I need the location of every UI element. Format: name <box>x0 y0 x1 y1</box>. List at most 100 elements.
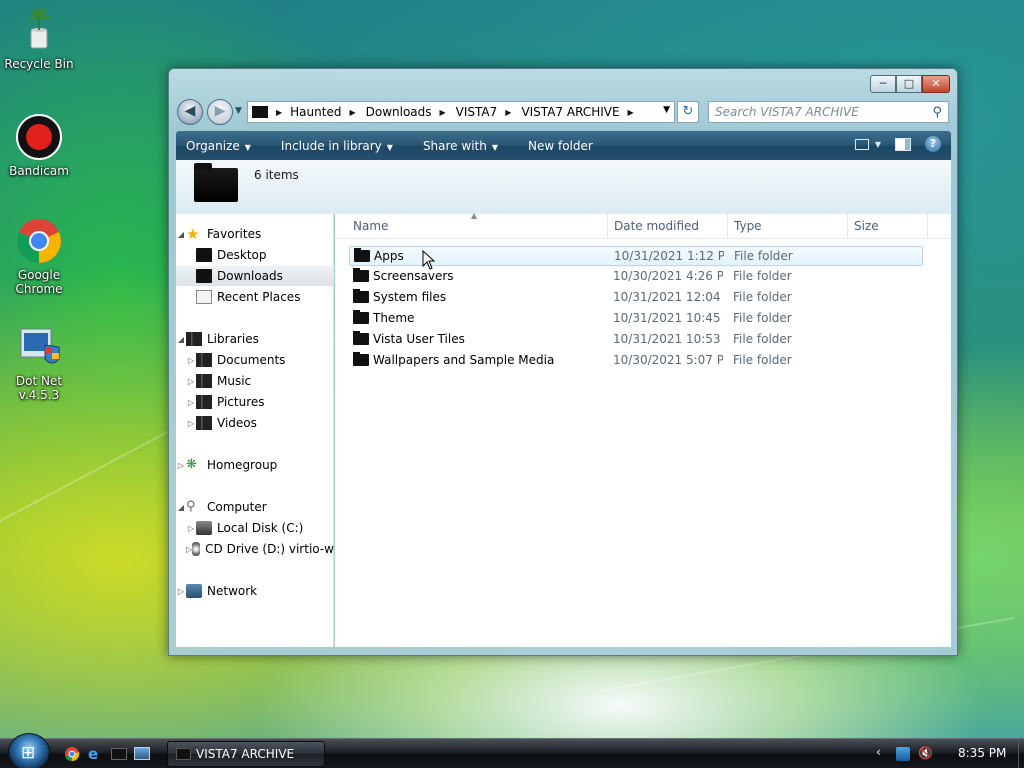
file-row-system-files[interactable]: System files 10/31/2021 12:04 ... File f… <box>349 288 923 308</box>
help-icon[interactable]: ? <box>925 136 941 152</box>
breadcrumb-separator-icon[interactable]: ▶ <box>272 108 286 117</box>
action-center-icon[interactable] <box>896 747 910 761</box>
new-folder-button[interactable]: New folder <box>528 139 593 153</box>
desktop-icon-label: Recycle Bin <box>4 57 74 71</box>
bandicam-record-icon <box>15 113 63 161</box>
star-icon: ★ <box>186 225 200 243</box>
desktop-folder-icon <box>196 248 212 262</box>
collapsed-arrow-icon[interactable]: ▷ <box>186 398 196 407</box>
start-button[interactable]: ⊞ <box>8 733 50 768</box>
nav-favorites[interactable]: ◢ ★ Favorites <box>176 224 334 244</box>
search-icon[interactable]: ⚲ <box>932 103 942 123</box>
nav-item-local-disk[interactable]: ▷ Local Disk (C:) <box>176 518 334 538</box>
details-header: 6 items <box>176 160 951 214</box>
clock[interactable]: 8:35 PM <box>958 746 1006 760</box>
taskbar-button-vista7-archive[interactable]: VISTA7 ARCHIVE <box>167 741 325 767</box>
file-row-screensavers[interactable]: Screensavers 10/30/2021 4:26 PM File fol… <box>349 267 923 287</box>
breadcrumb-vista7[interactable]: VISTA7 <box>452 105 502 119</box>
nav-network[interactable]: ▷ Network <box>176 581 334 601</box>
breadcrumb-separator-icon[interactable]: ▶ <box>345 108 359 117</box>
folder-icon <box>353 310 369 324</box>
expanded-arrow-icon[interactable]: ◢ <box>176 230 186 239</box>
explorer-window[interactable]: ─ □ ✕ ◀ ▶ ▼ ▶ Haunted ▶ Downloads ▶ VISTA7… <box>168 68 958 656</box>
collapsed-arrow-icon[interactable]: ▷ <box>186 356 196 365</box>
chrome-icon[interactable] <box>64 746 80 762</box>
column-header-type[interactable]: Type <box>728 214 848 239</box>
nav-libraries-label: Libraries <box>207 332 259 346</box>
nav-computer[interactable]: ◢ ⚲ Computer <box>176 497 334 517</box>
nav-item-recent-places[interactable]: Recent Places <box>176 287 334 307</box>
change-view-button[interactable]: ▼ <box>854 138 881 150</box>
breadcrumb-separator-icon[interactable]: ▶ <box>624 108 638 117</box>
expanded-arrow-icon[interactable]: ◢ <box>176 335 186 344</box>
forward-button[interactable]: ▶ <box>207 99 233 125</box>
folder-icon <box>353 289 369 303</box>
music-library-icon <box>196 374 212 388</box>
preview-pane-icon[interactable] <box>895 137 911 151</box>
show-desktop-button[interactable] <box>1018 739 1024 768</box>
command-bar: Organize ▼ Include in library ▼ Share with… <box>176 131 951 160</box>
address-bar[interactable]: ▶ Haunted ▶ Downloads ▶ VISTA7 ▶ VISTA7 ARC… <box>247 101 675 123</box>
videos-library-icon <box>196 416 212 430</box>
share-with-button[interactable]: Share with ▼ <box>423 139 498 153</box>
nav-item-label: Music <box>217 374 252 388</box>
file-type: File folder <box>733 353 792 367</box>
file-name: Apps <box>374 249 404 263</box>
nav-homegroup[interactable]: ▷ ❋ Homegroup <box>176 455 334 475</box>
file-date: 10/31/2021 10:45 ... <box>613 311 723 325</box>
downloads-folder-icon <box>196 269 212 283</box>
include-in-library-button[interactable]: Include in library ▼ <box>281 139 393 153</box>
collapsed-arrow-icon[interactable]: ▷ <box>186 419 196 428</box>
nav-item-pictures[interactable]: ▷ Pictures <box>176 392 334 412</box>
nav-item-cd-drive[interactable]: ▷ CD Drive (D:) virtio-w <box>176 539 334 559</box>
file-row-vista-user-tiles[interactable]: Vista User Tiles 10/31/2021 10:53 ... Fi… <box>349 330 923 350</box>
desktop-icon-recycle-bin[interactable]: Recycle Bin <box>0 6 78 71</box>
address-dropdown-icon[interactable]: ▼ <box>663 105 670 115</box>
desktop-icon-dotnet[interactable]: Dot Net v.4.5.3 <box>0 323 78 402</box>
breadcrumb-vista7-archive[interactable]: VISTA7 ARCHIVE <box>517 105 623 119</box>
desktop-icon-bandicam[interactable]: Bandicam <box>0 113 78 178</box>
breadcrumb-downloads[interactable]: Downloads <box>362 105 436 119</box>
search-input[interactable]: Search VISTA7 ARCHIVE ⚲ <box>708 101 949 123</box>
address-folder-icon <box>252 106 268 118</box>
breadcrumb-haunted[interactable]: Haunted <box>286 105 345 119</box>
back-button[interactable]: ◀ <box>177 99 203 125</box>
column-header-name[interactable]: Name <box>347 214 608 239</box>
show-desktop-icon[interactable] <box>134 747 150 760</box>
refresh-button[interactable]: ↻ <box>677 101 699 123</box>
nav-item-downloads[interactable]: Downloads <box>176 266 334 286</box>
file-name: Wallpapers and Sample Media <box>373 353 555 367</box>
caret-down-icon: ▼ <box>244 142 251 152</box>
file-row-theme[interactable]: Theme 10/31/2021 10:45 ... File folder <box>349 309 923 329</box>
organize-label: Organize <box>186 138 240 153</box>
show-hidden-icons-button[interactable]: ‹ <box>876 745 881 759</box>
large-folder-icon <box>194 163 238 202</box>
expanded-arrow-icon[interactable]: ◢ <box>176 503 186 512</box>
desktop-icon-chrome[interactable]: Google Chrome <box>0 217 78 296</box>
file-row-wallpapers[interactable]: Wallpapers and Sample Media 10/30/2021 5… <box>349 351 923 371</box>
collapsed-arrow-icon[interactable]: ▷ <box>176 587 186 596</box>
nav-libraries[interactable]: ◢ Libraries <box>176 329 334 349</box>
breadcrumb-separator-icon[interactable]: ▶ <box>436 108 450 117</box>
caret-down-icon: ▼ <box>491 142 498 152</box>
collapsed-arrow-icon[interactable]: ▷ <box>186 377 196 386</box>
breadcrumb-separator-icon[interactable]: ▶ <box>501 108 515 117</box>
volume-muted-icon[interactable]: 🔇 <box>918 746 933 760</box>
collapsed-arrow-icon[interactable]: ▷ <box>186 524 196 533</box>
explorer-icon[interactable] <box>111 748 127 760</box>
collapsed-arrow-icon[interactable]: ▷ <box>176 461 186 470</box>
nav-item-desktop[interactable]: Desktop <box>176 245 334 265</box>
nav-item-documents[interactable]: ▷ Documents <box>176 350 334 370</box>
organize-menu-button[interactable]: Organize ▼ <box>186 139 251 153</box>
column-header-date-modified[interactable]: Date modified <box>608 214 728 239</box>
column-header-size[interactable]: Size <box>848 214 928 239</box>
nav-item-music[interactable]: ▷ Music <box>176 371 334 391</box>
minimize-button[interactable]: ─ <box>870 75 896 93</box>
nav-item-videos[interactable]: ▷ Videos <box>176 413 334 433</box>
recent-pages-dropdown[interactable]: ▼ <box>235 106 242 116</box>
nav-item-label: Local Disk (C:) <box>217 521 304 535</box>
maximize-button[interactable]: □ <box>896 75 922 93</box>
internet-explorer-icon[interactable]: e <box>88 746 104 762</box>
pictures-library-icon <box>196 395 212 409</box>
close-button[interactable]: ✕ <box>922 75 950 93</box>
